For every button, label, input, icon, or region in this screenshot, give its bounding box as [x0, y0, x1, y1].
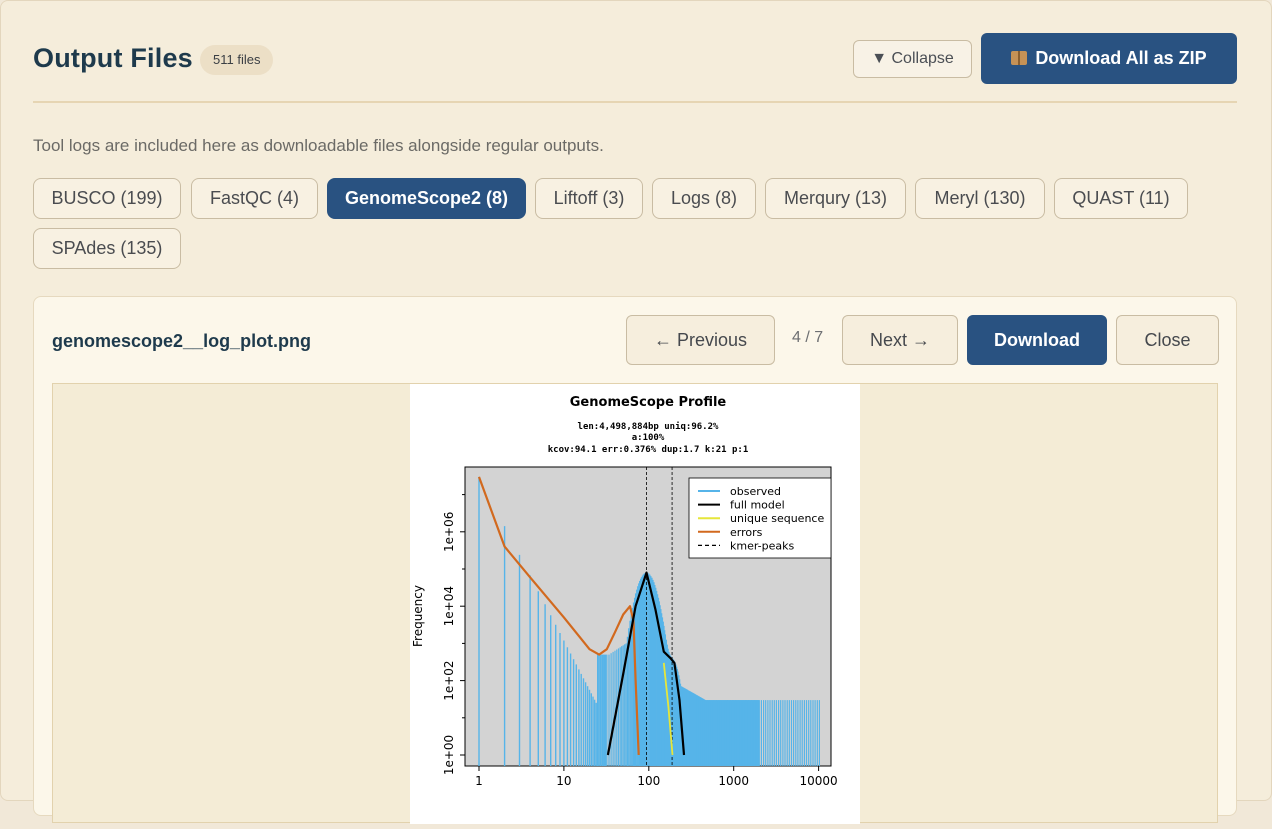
download-button[interactable]: Download: [967, 315, 1107, 365]
tab-merqury[interactable]: Merqury (13): [765, 178, 906, 219]
chart-title: GenomeScope Profile: [570, 395, 727, 410]
tab-genomescope2[interactable]: GenomeScope2 (8): [327, 178, 526, 219]
tab-quast[interactable]: QUAST (11): [1054, 178, 1188, 219]
y-tick-label: 1e+04: [442, 586, 456, 626]
viewer-filename: genomescope2__log_plot.png: [52, 331, 312, 351]
chart-subtitle-1: len:4,498,884bp uniq:96.2%: [578, 421, 719, 432]
tab-busco[interactable]: BUSCO (199): [33, 178, 181, 219]
file-viewer: genomescope2__log_plot.png ← Previous 4 …: [33, 296, 1237, 824]
close-button[interactable]: Close: [1116, 315, 1219, 365]
download-zip-button[interactable]: Download All as ZIP: [981, 33, 1237, 84]
download-zip-label: Download All as ZIP: [1035, 48, 1207, 68]
output-files-panel: Output Files 511 files ▼ Collapse Downlo…: [0, 0, 1272, 824]
y-tick-label: 1e+06: [442, 512, 456, 552]
x-tick-label: 100: [637, 774, 660, 788]
legend-label: errors: [730, 526, 763, 539]
tab-liftoff[interactable]: Liftoff (3): [535, 178, 643, 219]
tab-logs[interactable]: Logs (8): [652, 178, 756, 219]
genomescope-chart: 1 10 100 1000 10000 1e+00 1e+02 1e+04 1e+06 obse…: [411, 395, 838, 788]
y-tick-label: 1e+00: [442, 735, 456, 775]
x-tick-label: 1000: [718, 774, 749, 788]
panel-header: Output Files 511 files ▼ Collapse Downlo…: [33, 31, 1237, 103]
chart-subtitle-2: a:100%: [632, 433, 665, 443]
logs-note: Tool logs are included here as downloada…: [33, 136, 604, 155]
chart-subtitle-3: kcov:94.1 err:0.376% dup:1.7 k:21 p:1: [548, 445, 748, 455]
x-tick-label: 10000: [800, 774, 838, 788]
legend-label: observed: [730, 485, 781, 498]
file-count-badge: 511 files: [200, 45, 274, 75]
tab-fastqc[interactable]: FastQC (4): [191, 178, 318, 219]
tab-spades[interactable]: SPAdes (135): [33, 228, 181, 269]
previous-button[interactable]: ← Previous: [626, 315, 775, 365]
next-button[interactable]: Next →: [842, 315, 958, 365]
x-tick-label: 10: [556, 774, 571, 788]
package-icon: [1011, 51, 1028, 65]
legend: observedfull modelunique sequenceerrorsk…: [688, 477, 832, 559]
legend-label: kmer-peaks: [730, 539, 795, 552]
page-title: Output Files: [33, 43, 193, 73]
legend-label: full model: [730, 499, 785, 512]
x-tick-label: 1: [475, 774, 483, 788]
y-tick-label: 1e+02: [442, 660, 456, 700]
collapse-button[interactable]: ▼ Collapse: [853, 40, 972, 78]
legend-label: unique sequence: [730, 512, 824, 525]
tab-meryl[interactable]: Meryl (130): [915, 178, 1045, 219]
genomescope-plot: 1 10 100 1000 10000 1e+00 1e+02 1e+04 1e+06 obse…: [410, 384, 860, 824]
pager-indicator: 4 / 7: [792, 329, 824, 346]
y-axis-label: Frequency: [411, 585, 425, 647]
image-preview: 1 10 100 1000 10000 1e+00 1e+02 1e+04 1e+06 obse…: [52, 383, 1218, 824]
